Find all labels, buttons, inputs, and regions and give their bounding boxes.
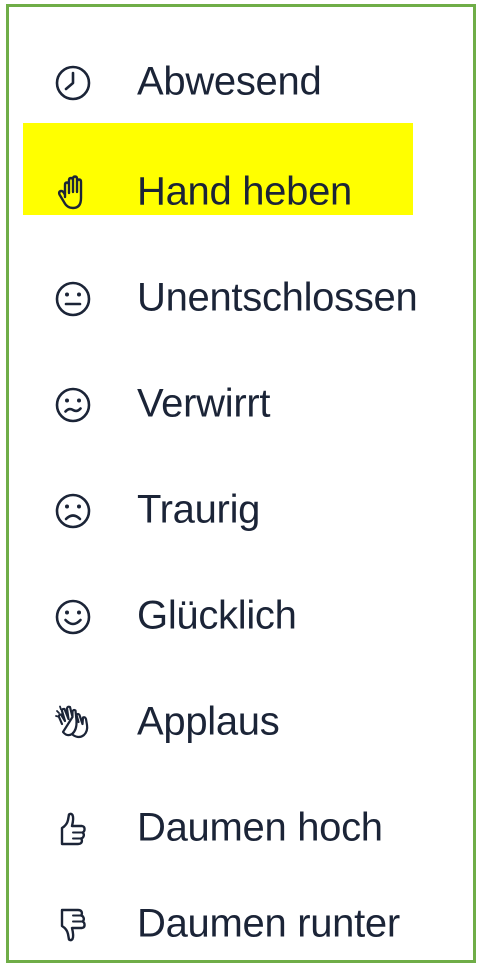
- menu-item-label: Glücklich: [137, 593, 297, 638]
- clock-icon: [53, 63, 93, 103]
- reaction-menu: Abwesend Hand heben Unentschlossen Verwi…: [6, 4, 476, 963]
- menu-item-abwesend[interactable]: Abwesend: [9, 43, 473, 123]
- menu-item-label: Applaus: [137, 699, 280, 744]
- clapping-hands-icon: [53, 703, 93, 743]
- menu-item-hand-heben[interactable]: Hand heben: [9, 153, 473, 233]
- raised-hand-icon: [53, 173, 93, 213]
- happy-face-icon: [53, 597, 93, 637]
- menu-item-gluecklich[interactable]: Glücklich: [9, 577, 473, 657]
- menu-item-label: Daumen hoch: [137, 805, 383, 850]
- menu-item-traurig[interactable]: Traurig: [9, 471, 473, 551]
- menu-item-label: Hand heben: [137, 169, 352, 214]
- confused-face-icon: [53, 385, 93, 425]
- menu-item-verwirrt[interactable]: Verwirrt: [9, 365, 473, 445]
- menu-item-daumen-hoch[interactable]: Daumen hoch: [9, 789, 473, 869]
- menu-item-label: Abwesend: [137, 59, 322, 104]
- menu-item-label: Traurig: [137, 487, 261, 532]
- menu-item-label: Verwirrt: [137, 381, 271, 426]
- sad-face-icon: [53, 491, 93, 531]
- menu-item-label: Daumen runter: [137, 901, 400, 946]
- neutral-face-icon: [53, 279, 93, 319]
- menu-item-label: Unentschlossen: [137, 275, 418, 320]
- thumbs-up-icon: [53, 809, 93, 849]
- menu-item-applaus[interactable]: Applaus: [9, 683, 473, 763]
- menu-item-daumen-runter[interactable]: Daumen runter: [9, 885, 473, 965]
- thumbs-down-icon: [53, 905, 93, 945]
- menu-item-unentschlossen[interactable]: Unentschlossen: [9, 259, 473, 339]
